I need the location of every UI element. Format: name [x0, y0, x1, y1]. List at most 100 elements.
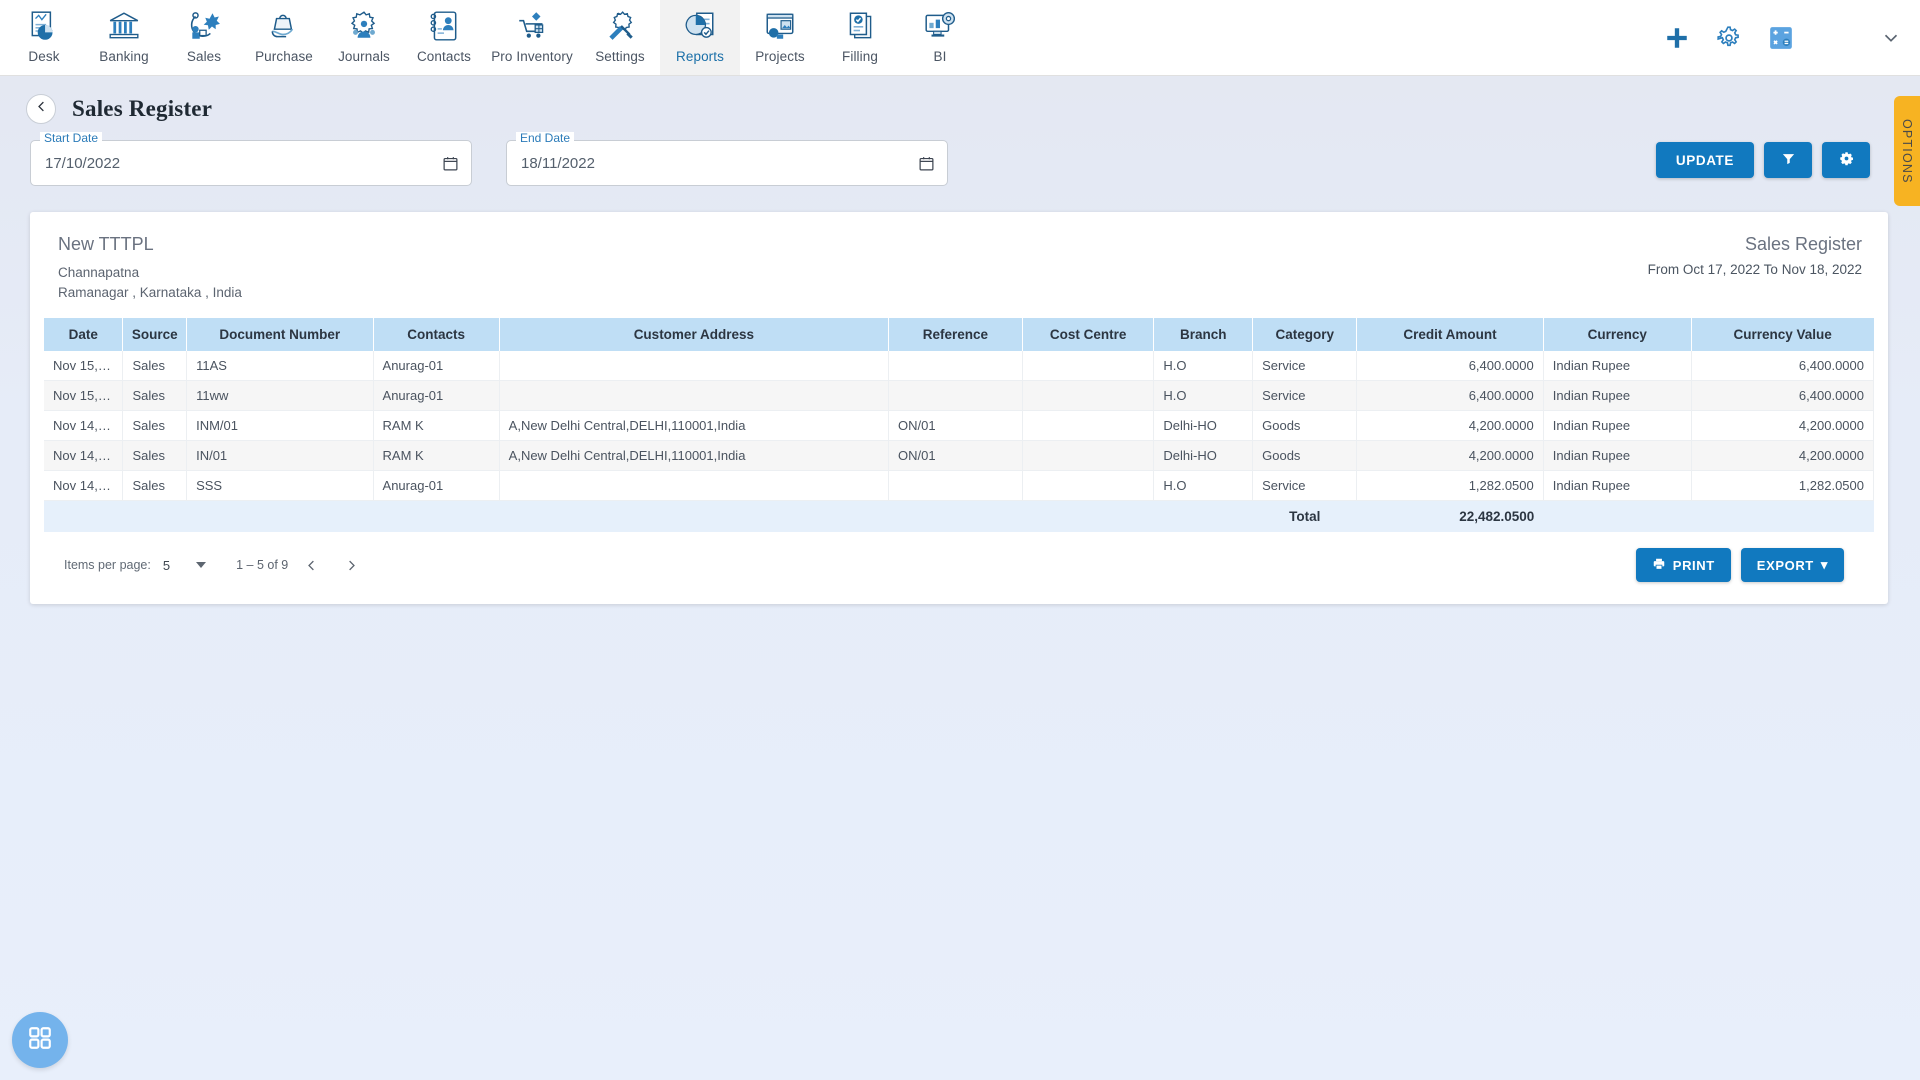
nav-item-banking[interactable]: Banking	[84, 0, 164, 75]
table-row[interactable]: Nov 14, 2022 Sales INM/01 RAM K A,New Delhi …	[44, 410, 1875, 442]
end-date-field[interactable]: End Date	[506, 132, 948, 186]
sales-icon	[187, 5, 221, 47]
cell-date: Nov 15, 2022	[44, 380, 124, 412]
col-currency-value[interactable]: Currency Value	[1691, 318, 1874, 352]
nav-label: Banking	[99, 49, 149, 64]
items-per-page-select[interactable]: 5	[162, 557, 207, 573]
cell-category: Goods	[1252, 440, 1358, 472]
table-row[interactable]: Nov 14, 2022 Sales SSS Anurag-01 H.O Service 1…	[44, 470, 1875, 502]
nav-label: Contacts	[416, 49, 472, 64]
cell-reference	[888, 380, 1023, 412]
col-date[interactable]: Date	[44, 318, 124, 352]
org-info: New TTTPL Channapatna Ramanagar , Karnat…	[58, 234, 242, 302]
contacts-book-icon	[430, 11, 457, 41]
cell-currency-value: 6,400.0000	[1691, 351, 1875, 382]
col-contacts[interactable]: Contacts	[373, 318, 500, 352]
cell-contacts: RAM K	[373, 410, 500, 442]
cell-cost-centre	[1022, 410, 1155, 442]
nav-item-reports[interactable]: Reports	[660, 0, 740, 75]
update-button[interactable]: UPDATE	[1655, 142, 1754, 178]
next-page-button[interactable]	[334, 548, 368, 582]
filter-actions: UPDATE	[1655, 140, 1920, 178]
nav-item-purchase[interactable]: Purchase	[244, 0, 324, 75]
cell-cost-centre	[1022, 440, 1155, 472]
cell-cost-centre	[1022, 470, 1155, 502]
calculator-icon[interactable]	[1768, 25, 1794, 51]
nav-label: Pro Inventory	[491, 49, 573, 64]
nav-item-filling[interactable]: Filling	[820, 0, 900, 75]
table-header-row: Date Source Document Number Contacts Cus…	[44, 318, 1874, 352]
options-side-tab[interactable]: OPTIONS	[1894, 96, 1920, 206]
nav-label: Projects	[755, 49, 805, 64]
table-row[interactable]: Nov 15, 2022 Sales 11AS Anurag-01 H.O Service…	[44, 351, 1875, 382]
options-tab-label: OPTIONS	[1900, 118, 1914, 184]
start-date-field[interactable]: Start Date	[30, 132, 472, 186]
reports-piechart-icon	[685, 12, 714, 38]
items-per-page-label: Items per page:	[64, 558, 151, 573]
paginator: Items per page: 5 1 – 5 of 9 PRINT EXPOR…	[44, 532, 1874, 583]
print-button[interactable]: PRINT	[1635, 548, 1731, 583]
cell-currency-value: 4,200.0000	[1691, 410, 1875, 442]
col-currency[interactable]: Currency	[1543, 318, 1692, 352]
cell-currency: Indian Rupee	[1543, 470, 1692, 502]
cell-source: Sales	[122, 351, 188, 382]
cell-currency-value: 1,282.0500	[1691, 470, 1875, 502]
nav-item-projects[interactable]: Projects	[740, 0, 820, 75]
cell-date: Nov 14, 2022	[44, 440, 124, 472]
report-settings-button[interactable]	[1822, 142, 1870, 178]
col-document-number[interactable]: Document Number	[186, 318, 374, 352]
chevron-right-icon	[348, 560, 355, 570]
chevron-down-icon[interactable]	[1880, 27, 1902, 49]
nav-item-desk[interactable]: Desk	[4, 0, 84, 75]
previous-page-button[interactable]	[294, 548, 328, 582]
col-reference[interactable]: Reference	[888, 318, 1023, 352]
start-date-input[interactable]	[45, 154, 442, 172]
apps-fab-button[interactable]	[12, 1012, 68, 1068]
cell-source: Sales	[122, 380, 188, 412]
apps-grid-icon	[27, 1025, 53, 1056]
cell-customer-address: A,New Delhi Central,DELHI,110001,India	[499, 440, 890, 472]
nav-item-journals[interactable]: Journals	[324, 0, 404, 75]
col-credit-amount[interactable]: Credit Amount	[1356, 318, 1544, 352]
cell-credit-amount: 6,400.0000	[1356, 351, 1544, 382]
cell-currency: Indian Rupee	[1543, 351, 1692, 382]
cell-source: Sales	[122, 440, 188, 472]
cell-customer-address: A,New Delhi Central,DELHI,110001,India	[499, 410, 890, 442]
cell-reference: ON/01	[888, 440, 1023, 472]
cell-reference	[888, 351, 1023, 382]
cell-category: Service	[1252, 351, 1358, 382]
report-export-actions: PRINT EXPORT ▾	[1635, 548, 1866, 583]
col-customer-address[interactable]: Customer Address	[499, 318, 890, 352]
gear-icon[interactable]	[1716, 25, 1742, 51]
add-plus-icon[interactable]	[1664, 25, 1690, 51]
cell-date: Nov 15, 2022	[44, 351, 124, 382]
cell-cost-centre	[1022, 380, 1155, 412]
calendar-icon[interactable]	[442, 155, 459, 172]
table-row[interactable]: Nov 14, 2022 Sales IN/01 RAM K A,New Delhi C…	[44, 440, 1875, 472]
end-date-input[interactable]	[521, 154, 918, 172]
back-button[interactable]	[26, 94, 56, 124]
col-branch[interactable]: Branch	[1153, 318, 1254, 352]
nav-item-contacts[interactable]: Contacts	[404, 0, 484, 75]
nav-item-pro-inventory[interactable]: Pro Inventory	[484, 0, 580, 75]
col-cost-centre[interactable]: Cost Centre	[1022, 318, 1155, 352]
nav-item-settings[interactable]: Settings	[580, 0, 660, 75]
report-meta: Sales Register From Oct 17, 2022 To Nov …	[1648, 234, 1862, 277]
table-row[interactable]: Nov 15, 2022 Sales 11ww Anurag-01 H.O Service…	[44, 380, 1875, 412]
items-per-page-value: 5	[162, 557, 171, 573]
col-category[interactable]: Category	[1252, 318, 1358, 352]
printer-icon	[1652, 557, 1666, 574]
nav-label: Desk	[28, 49, 60, 64]
desk-dashboard-icon	[27, 5, 61, 47]
calendar-icon[interactable]	[918, 155, 935, 172]
col-source[interactable]: Source	[122, 318, 188, 352]
export-button[interactable]: EXPORT ▾	[1740, 548, 1844, 583]
filter-button[interactable]	[1764, 142, 1812, 178]
cell-credit-amount: 4,200.0000	[1356, 410, 1544, 442]
nav-item-sales[interactable]: Sales	[164, 0, 244, 75]
table-body: Nov 15, 2022 Sales 11AS Anurag-01 H.O Service…	[44, 351, 1875, 502]
cell-document-number: 11ww	[186, 380, 374, 412]
nav-label: Filling	[842, 49, 878, 64]
cell-category: Service	[1252, 380, 1358, 412]
nav-item-bi[interactable]: BI	[900, 0, 980, 75]
